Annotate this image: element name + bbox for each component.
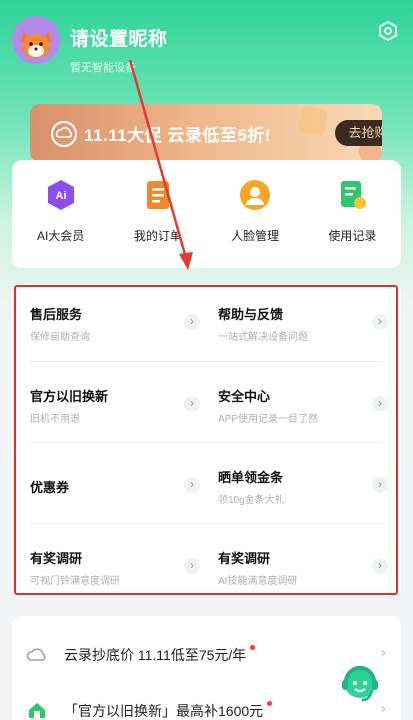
service-title: 售后服务: [30, 307, 83, 322]
service-title: 安全中心: [218, 389, 271, 404]
service-title: 官方以旧换新: [30, 389, 109, 404]
chevron-right-icon: ›: [184, 477, 200, 493]
avatar[interactable]: [12, 16, 60, 64]
service-title: 有奖调研: [218, 551, 271, 566]
promo-item-trade-in[interactable]: 「官方以旧换新」最高补1600元 ›: [26, 698, 386, 720]
quick-action-usage-record[interactable]: 使用记录: [307, 178, 397, 268]
promo-item-text: 云录抄底价 11.11低至75元/年: [64, 645, 256, 665]
service-coupons[interactable]: 优惠券 ›: [30, 459, 200, 521]
gift-box-decoration: [297, 105, 329, 137]
service-subtitle: 旧机不用退: [30, 414, 80, 425]
green-house-icon: [29, 703, 45, 718]
service-share-order[interactable]: 晒单领金条 领10g金条大礼 ›: [218, 459, 388, 521]
chevron-right-icon: ›: [372, 314, 388, 330]
order-list-icon: [146, 181, 169, 209]
quick-action-label: 我的订单: [133, 229, 182, 243]
cloud-icon: [51, 121, 77, 147]
chevron-right-icon: ›: [372, 558, 388, 574]
service-survey-ai[interactable]: 有奖调研 AI技能满意度调研 ›: [218, 540, 388, 602]
quick-action-my-orders[interactable]: 我的订单: [113, 178, 203, 268]
quick-action-label: AI大会员: [36, 229, 85, 243]
fox-avatar-icon: [12, 16, 60, 64]
settings-hexagon-icon[interactable]: [377, 20, 399, 42]
new-dot-badge: [250, 645, 256, 650]
quick-action-ai-member[interactable]: Ai AI大会员: [16, 178, 106, 268]
promo-banner[interactable]: 11.11大促 云录低至5折! 去抢购: [30, 104, 382, 162]
service-title: 有奖调研: [30, 551, 83, 566]
usage-record-icon: [341, 181, 367, 209]
banner-text: 11.11大促 云录低至5折!: [84, 126, 272, 145]
promo-item-cloud[interactable]: 云录抄底价 11.11低至75元/年 ›: [26, 642, 386, 668]
chevron-right-icon: ›: [184, 396, 200, 412]
service-help-feedback[interactable]: 帮助与反馈 一站式解决设备问题 ›: [218, 296, 388, 358]
nickname[interactable]: 请设置昵称: [70, 24, 168, 51]
cloud-outline-icon: [26, 648, 46, 661]
service-subtitle: 一站式解决设备问题: [218, 332, 308, 343]
chevron-right-icon: ›: [184, 314, 200, 330]
profile-header: 请设置昵称 暂无智能设备: [0, 0, 413, 90]
service-survey-doorbell[interactable]: 有奖调研 可视门铃满意度调研 ›: [30, 540, 200, 602]
divider: [30, 361, 383, 362]
divider: [30, 442, 383, 443]
service-subtitle: 可视门铃满意度调研: [30, 576, 120, 587]
new-dot-badge: [267, 701, 273, 706]
device-status: 暂无智能设备: [70, 62, 136, 74]
chevron-right-icon: ›: [372, 477, 388, 493]
chevron-right-icon: ›: [372, 396, 388, 412]
service-subtitle: AI技能满意度调研: [218, 576, 298, 587]
buy-now-button[interactable]: 去抢购: [335, 120, 382, 146]
chevron-right-icon: ›: [184, 558, 200, 574]
service-title: 晒单领金条: [218, 470, 284, 485]
service-subtitle: APP使用记录一目了然: [218, 414, 319, 425]
service-title: 优惠券: [30, 480, 70, 495]
quick-action-face-management[interactable]: 人脸管理: [210, 178, 300, 268]
service-title: 帮助与反馈: [218, 307, 284, 322]
svg-text:Ai: Ai: [55, 190, 66, 202]
face-user-icon: [240, 180, 271, 210]
promo-item-text: 「官方以旧换新」最高补1600元: [64, 701, 273, 720]
quick-action-label: 使用记录: [328, 229, 377, 243]
quick-actions-panel: Ai AI大会员 我的订单 人脸管理 使用记录: [12, 160, 401, 268]
quick-action-label: 人脸管理: [231, 229, 280, 243]
service-subtitle: 保修自助查询: [30, 332, 90, 343]
service-subtitle: 领10g金条大礼: [218, 495, 285, 506]
ai-badge-icon: Ai: [47, 180, 74, 210]
divider: [30, 523, 383, 524]
service-security-center[interactable]: 安全中心 APP使用记录一目了然 ›: [218, 378, 388, 440]
service-trade-in[interactable]: 官方以旧换新 旧机不用退 ›: [30, 378, 200, 440]
service-after-sales[interactable]: 售后服务 保修自助查询 ›: [30, 296, 200, 358]
services-panel: 售后服务 保修自助查询 › 帮助与反馈 一站式解决设备问题 › 官方以旧换新 旧…: [12, 284, 401, 596]
customer-service-headset-icon[interactable]: [336, 660, 384, 708]
